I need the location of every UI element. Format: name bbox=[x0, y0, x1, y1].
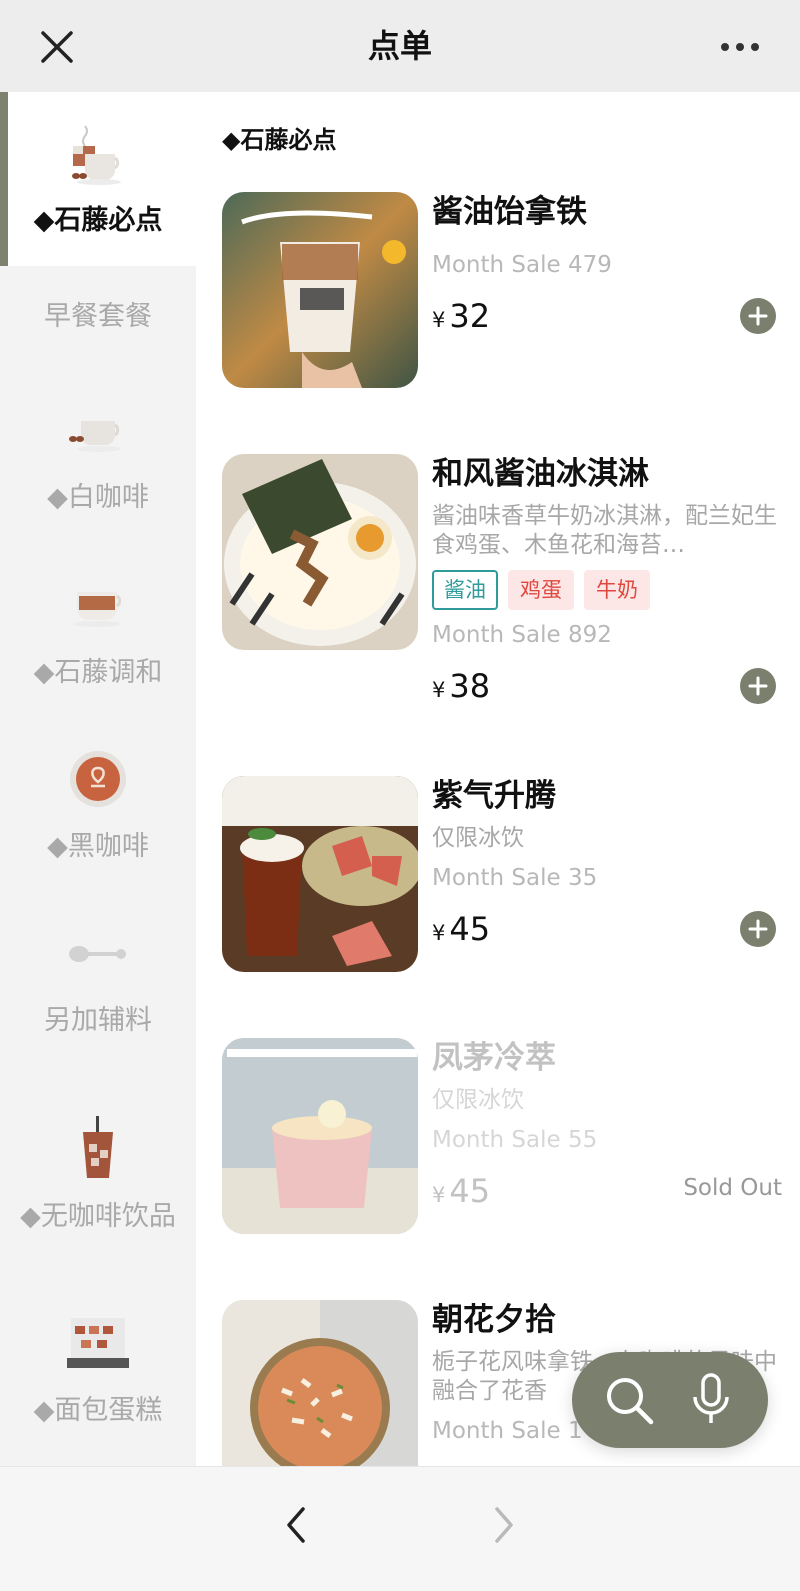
menu-content: ◆石藤必点 酱油饴拿铁 Month Sale 479 ¥ 32 和风酱油冰淇淋 … bbox=[196, 92, 800, 1466]
menu-item: 紫气升腾 仅限冰饮 Month Sale 35 ¥45 bbox=[222, 776, 782, 972]
latte-art-icon bbox=[70, 751, 126, 807]
tag-milk: 牛奶 bbox=[584, 570, 650, 610]
sidebar-item-non-coffee[interactable]: ◆无咖啡饮品 bbox=[0, 1066, 196, 1284]
item-price: ¥38 bbox=[432, 667, 491, 705]
add-to-cart-button[interactable] bbox=[740, 298, 776, 334]
item-month-sale: Month Sale 35 bbox=[432, 865, 598, 891]
back-button[interactable] bbox=[266, 1495, 326, 1555]
blend-coffee-icon bbox=[73, 592, 122, 627]
guava-drink-photo[interactable] bbox=[222, 776, 418, 972]
sidebar-item-black-coffee[interactable]: ◆黑咖啡 bbox=[0, 718, 196, 892]
more-button[interactable] bbox=[710, 22, 770, 72]
cake-display-icon bbox=[67, 1318, 129, 1368]
chevron-left-icon bbox=[287, 1507, 305, 1543]
item-info: 和风酱油冰淇淋 酱油味香草牛奶冰淇淋，配兰妃生食鸡蛋、木鱼花和海苔… 酱油 鸡蛋… bbox=[432, 454, 782, 708]
sidebar-item-shiteng-must[interactable]: ◆石藤必点 bbox=[0, 92, 196, 266]
price-row: ¥45 Sold Out bbox=[432, 1169, 782, 1213]
sidebar-item-label: ◆石藤必点 bbox=[33, 205, 163, 236]
item-month-sale: Month Sale 479 bbox=[432, 252, 612, 278]
spoon-icon bbox=[69, 946, 126, 962]
forward-button[interactable] bbox=[474, 1495, 534, 1555]
plus-icon bbox=[748, 306, 768, 326]
plus-icon bbox=[748, 919, 768, 939]
sidebar-item-breakfast[interactable]: 早餐套餐 bbox=[0, 266, 196, 368]
item-info: 酱油饴拿铁 Month Sale 479 ¥32 bbox=[432, 192, 782, 338]
bottom-nav-bar bbox=[0, 1466, 800, 1591]
price-row: ¥45 bbox=[432, 907, 782, 951]
flower-latte-photo[interactable] bbox=[222, 1300, 418, 1466]
item-name: 朝花夕拾 bbox=[432, 1302, 556, 1338]
menu-item: 凤茅冷萃 仅限冰饮 Month Sale 55 ¥45 Sold Out bbox=[222, 1038, 782, 1234]
close-button[interactable] bbox=[32, 22, 82, 72]
sidebar-item-extras[interactable]: 另加辅料 bbox=[0, 892, 196, 1066]
sold-out-label: Sold Out bbox=[683, 1175, 782, 1201]
add-to-cart-button[interactable] bbox=[740, 668, 776, 704]
white-coffee-icon bbox=[69, 421, 121, 452]
sidebar-item-bread-cake[interactable]: ◆面包蛋糕 bbox=[0, 1284, 196, 1454]
top-bar: 点单 bbox=[0, 0, 800, 92]
coffee-cup-icon bbox=[72, 125, 121, 185]
item-description: 酱油味香草牛奶冰淇淋，配兰妃生食鸡蛋、木鱼花和海苔… bbox=[432, 503, 777, 558]
item-month-sale: Month Sale 892 bbox=[432, 622, 612, 648]
item-info: 紫气升腾 仅限冰饮 Month Sale 35 ¥45 bbox=[432, 776, 782, 951]
plus-icon bbox=[748, 676, 768, 696]
item-description: 仅限冰饮 bbox=[432, 825, 524, 851]
chevron-right-icon bbox=[495, 1507, 513, 1543]
cold-brew-photo[interactable] bbox=[222, 1038, 418, 1234]
search-button[interactable] bbox=[599, 1370, 659, 1430]
page-title: 点单 bbox=[367, 27, 432, 65]
item-description: 仅限冰饮 bbox=[432, 1087, 524, 1113]
sidebar-item-label: ◆白咖啡 bbox=[47, 482, 149, 513]
tag-egg: 鸡蛋 bbox=[508, 570, 574, 610]
item-name: 紫气升腾 bbox=[432, 778, 556, 814]
floating-search-bar bbox=[572, 1352, 768, 1448]
soy-latte-photo[interactable] bbox=[222, 192, 418, 388]
add-to-cart-button[interactable] bbox=[740, 911, 776, 947]
sidebar-item-label: ◆无咖啡饮品 bbox=[20, 1201, 176, 1232]
item-name: 凤茅冷萃 bbox=[432, 1040, 556, 1076]
section-title: ◆石藤必点 bbox=[222, 126, 337, 154]
menu-item: 和风酱油冰淇淋 酱油味香草牛奶冰淇淋，配兰妃生食鸡蛋、木鱼花和海苔… 酱油 鸡蛋… bbox=[222, 454, 782, 724]
search-icon bbox=[607, 1378, 654, 1425]
category-sidebar: ◆石藤必点 早餐套餐 ◆白咖啡 ◆石藤调和 ◆黑咖啡 另加辅料 ◆无咖啡饮品 ◆… bbox=[0, 92, 196, 1466]
item-price: ¥45 bbox=[432, 910, 491, 948]
ice-cream-bowl-photo[interactable] bbox=[222, 454, 418, 650]
item-price: ¥32 bbox=[432, 297, 491, 335]
tag-soy-sauce: 酱油 bbox=[432, 570, 498, 610]
item-price: ¥45 bbox=[432, 1172, 491, 1210]
item-name: 酱油饴拿铁 bbox=[432, 194, 587, 230]
sidebar-item-label: ◆石藤调和 bbox=[33, 657, 163, 688]
sidebar-item-label: 另加辅料 bbox=[44, 1005, 152, 1036]
voice-button[interactable] bbox=[681, 1370, 741, 1430]
menu-item: 酱油饴拿铁 Month Sale 479 ¥32 bbox=[222, 192, 782, 388]
more-dots-icon bbox=[721, 43, 759, 51]
item-info: 凤茅冷萃 仅限冰饮 Month Sale 55 ¥45 Sold Out bbox=[432, 1038, 782, 1213]
sidebar-item-shiteng-blend[interactable]: ◆石藤调和 bbox=[0, 544, 196, 718]
price-row: ¥32 bbox=[432, 294, 782, 338]
microphone-icon bbox=[693, 1373, 729, 1423]
sidebar-item-white-coffee[interactable]: ◆白咖啡 bbox=[0, 368, 196, 544]
close-icon bbox=[41, 31, 73, 63]
sidebar-item-label: 早餐套餐 bbox=[44, 301, 152, 332]
item-name: 和风酱油冰淇淋 bbox=[432, 456, 649, 492]
sidebar-item-label: ◆面包蛋糕 bbox=[33, 1395, 163, 1426]
app: 点单 ◆石藤必点 早餐套餐 ◆白咖啡 ◆石藤调和 ◆黑咖啡 另加辅料 ◆无咖啡饮… bbox=[0, 0, 800, 1591]
item-tags: 酱油 鸡蛋 牛奶 bbox=[432, 570, 782, 610]
sidebar-item-label: ◆黑咖啡 bbox=[47, 831, 149, 862]
item-month-sale: Month Sale 55 bbox=[432, 1127, 598, 1153]
price-row: ¥38 bbox=[432, 664, 782, 708]
iced-drink-icon bbox=[83, 1116, 113, 1178]
